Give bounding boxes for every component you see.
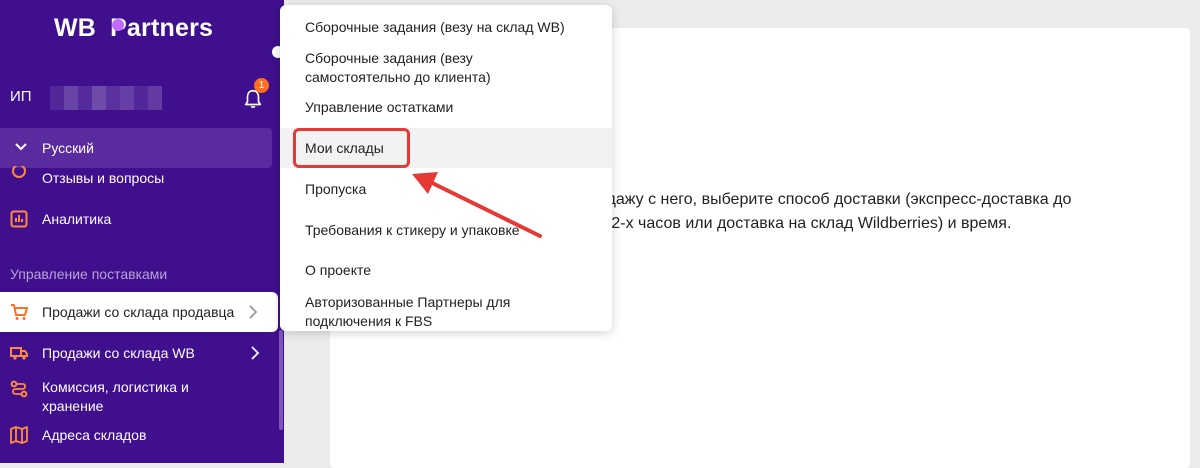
language-label: Русский — [42, 140, 94, 156]
user-name: ИП — [10, 88, 32, 105]
logo-wb: WB — [54, 14, 97, 42]
menu-item-label: О проекте — [305, 262, 372, 278]
annotation-highlight-box — [293, 128, 410, 168]
menu-item-label: Управление остатками — [305, 99, 454, 115]
sidebar-item-label: Продажи со склада продавца — [42, 304, 235, 320]
language-selector[interactable]: Русский — [0, 128, 272, 168]
sidebar-item-label: Комиссия, логистика и хранение — [42, 379, 189, 414]
truck-icon — [10, 347, 28, 360]
menu-item-about[interactable]: О проекте — [280, 255, 612, 289]
menu-item-label: Пропуска — [305, 181, 367, 197]
sidebar: WB Partners ИП 1 Русский Отзывы и вопросы… — [0, 0, 284, 463]
user-account[interactable]: ИП — [10, 86, 162, 110]
reviews-icon — [12, 166, 26, 178]
menu-item-label-line2: подключения к FBS — [305, 313, 433, 329]
masked-user-name — [50, 86, 162, 110]
section-title-supply: Управление поставками — [10, 266, 168, 282]
chevron-right-icon — [249, 305, 258, 319]
annotation-arrow-icon — [412, 172, 542, 238]
sidebar-item-seller-warehouse-sales[interactable]: Продажи со склада продавца — [0, 292, 278, 332]
sidebar-item-label: Адреса складов — [42, 427, 147, 443]
sidebar-item-label: Отзывы и вопросы — [42, 170, 165, 186]
cart-icon — [11, 304, 28, 320]
sidebar-item-label: Продажи со склада WB — [42, 345, 195, 361]
route-icon — [10, 380, 28, 398]
notification-badge: 1 — [254, 78, 269, 93]
logo-partners: Partners — [110, 14, 214, 42]
sidebar-item-warehouse-addresses[interactable]: Адреса складов — [0, 420, 278, 450]
menu-item-label: Сборочные задания (везу на склад WB) — [305, 19, 565, 35]
menu-item-label-line2: самостоятельно до клиента) — [305, 69, 491, 85]
analytics-icon — [10, 210, 28, 228]
sidebar-item-label: Аналитика — [42, 211, 112, 227]
sidebar-item-wb-warehouse-sales[interactable]: Продажи со склада WB — [0, 338, 278, 368]
menu-item-assembly-wb[interactable]: Сборочные задания (везу на склад WB) — [280, 9, 612, 45]
main-text-line-2: и 2-х часов или доставка на склад Wildbe… — [598, 215, 1012, 232]
chevron-down-icon — [15, 143, 27, 151]
logo-dot-icon — [112, 19, 124, 31]
menu-item-assembly-self[interactable]: Сборочные задания (везу самостоятельно д… — [280, 45, 612, 93]
map-icon — [10, 426, 28, 444]
sidebar-scrollbar[interactable] — [279, 330, 283, 430]
menu-item-label-line1: Авторизованные Партнеры для — [305, 294, 511, 310]
menu-item-label-line1: Сборочные задания (везу — [305, 50, 473, 66]
menu-item-authorized-partners[interactable]: Авторизованные Партнеры для подключения … — [280, 289, 612, 331]
sidebar-item-commission[interactable]: Комиссия, логистика и хранение — [0, 376, 278, 416]
main-text-line-1: одажу с него, выберите способ доставки (… — [598, 191, 1072, 208]
chevron-right-icon — [251, 346, 260, 360]
sidebar-item-analytics[interactable]: Аналитика — [0, 204, 270, 234]
menu-item-stock-management[interactable]: Управление остатками — [280, 93, 612, 127]
sidebar-item-reviews[interactable]: Отзывы и вопросы — [0, 166, 270, 188]
wb-partners-logo[interactable]: WB Partners — [54, 14, 213, 43]
